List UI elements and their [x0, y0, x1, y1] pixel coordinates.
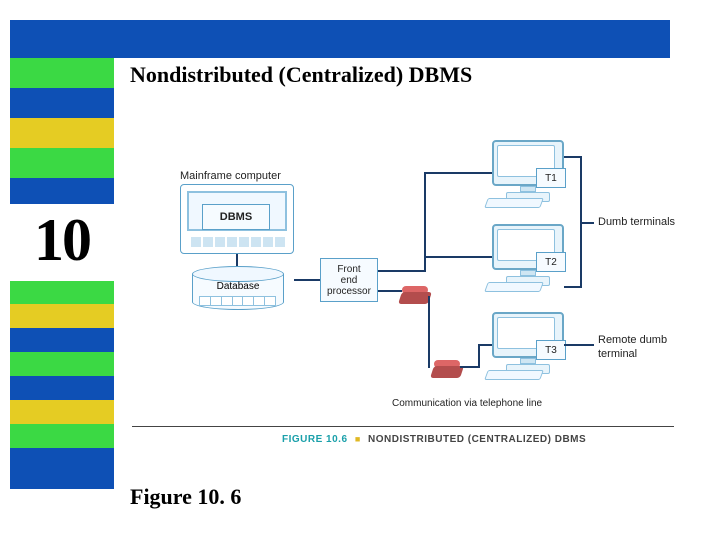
terminal-1-box: T1: [536, 168, 566, 188]
fep-label: Front end processor: [327, 264, 371, 297]
caption-rule: [132, 426, 674, 427]
wire: [564, 156, 582, 158]
stripe: [10, 148, 114, 178]
remote-terminal-label-1: Remote dumb: [598, 334, 667, 346]
database-icon: Database: [192, 266, 284, 314]
chapter-number: 10: [10, 204, 114, 281]
wire: [424, 256, 492, 258]
diagram-area: Mainframe computer DBMS Database Front e…: [128, 130, 684, 460]
wire: [478, 344, 480, 368]
stripe: [10, 20, 114, 58]
telephone-icon: [432, 360, 462, 378]
stripe: [10, 448, 114, 489]
terminal-3-box: T3: [536, 340, 566, 360]
stripe: [10, 424, 114, 448]
terminal-2-box: T2: [536, 252, 566, 272]
wire: [378, 270, 426, 272]
wire: [580, 222, 594, 224]
wire: [378, 290, 402, 292]
telephone-icon: [400, 286, 430, 304]
stripe: [10, 88, 114, 118]
wire: [294, 279, 320, 281]
wire: [428, 296, 430, 368]
stripe: [10, 58, 114, 88]
stripe: [10, 400, 114, 424]
wire: [564, 286, 582, 288]
stripe: [10, 376, 114, 400]
square-bullet-icon: ■: [355, 434, 361, 444]
mainframe-vent: [191, 237, 285, 247]
database-label: Database: [192, 281, 284, 292]
slide-page: 10 Nondistributed (Centralized) DBMS Fig…: [0, 0, 720, 540]
figure-caption: FIGURE 10.6 ■ NONDISTRIBUTED (CENTRALIZE…: [282, 434, 586, 445]
wire: [460, 366, 480, 368]
dumb-terminals-label: Dumb terminals: [598, 216, 675, 228]
communication-label: Communication via telephone line: [392, 398, 542, 409]
stripe: [10, 328, 114, 352]
remote-terminal-label-2: terminal: [598, 348, 637, 360]
wire: [564, 344, 594, 346]
stripe: [10, 304, 114, 328]
stripe: [10, 352, 114, 376]
mainframe-label: Mainframe computer: [180, 170, 281, 182]
slide-title: Nondistributed (Centralized) DBMS: [130, 62, 472, 88]
stripe: [10, 118, 114, 148]
wire: [424, 172, 492, 174]
stripe: [10, 280, 114, 304]
wire: [478, 344, 492, 346]
figure-label: Figure 10. 6: [130, 484, 241, 510]
front-end-processor: Front end processor: [320, 258, 378, 302]
dbms-box: DBMS: [202, 204, 270, 230]
figure-caption-number: FIGURE 10.6: [282, 434, 348, 445]
figure-caption-text: NONDISTRIBUTED (CENTRALIZED) DBMS: [368, 434, 586, 445]
